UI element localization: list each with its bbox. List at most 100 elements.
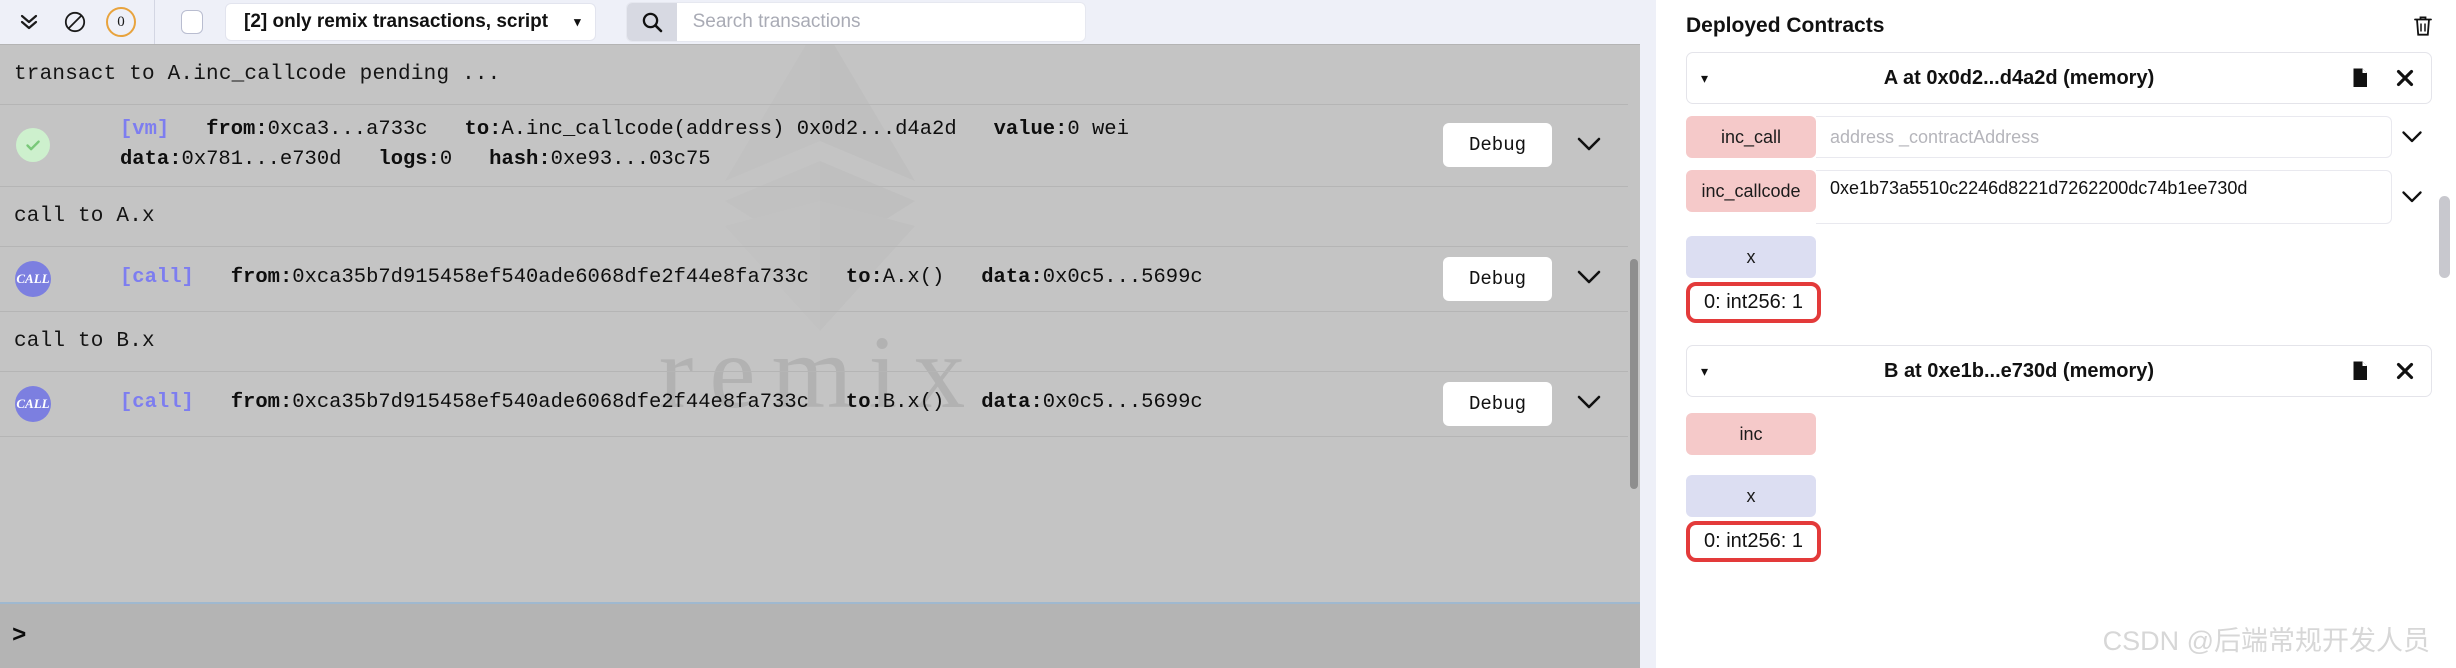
pending-count-value: 0 [106, 7, 136, 37]
pending-count-badge[interactable]: 0 [98, 2, 144, 42]
trash-icon[interactable] [2412, 14, 2434, 38]
check-circle-icon [16, 128, 50, 163]
log-value-to: A.inc_callcode(address) 0x0d2...d4a2d [501, 118, 957, 141]
deployed-panel-scrollbar[interactable] [2438, 110, 2450, 668]
function-row-x-a: x [1686, 236, 2432, 278]
log-value-logs: 0 [439, 148, 453, 172]
toolbar-divider [154, 0, 155, 44]
log-text: call to B.x [14, 329, 155, 353]
log-tag: [vm] [120, 118, 170, 141]
log-text: call to A.x [14, 204, 155, 228]
contract-header[interactable]: ▾ B at 0xe1b...e730d (memory) [1686, 345, 2432, 397]
search-input[interactable] [676, 4, 1085, 40]
log-actions: Debug [1442, 256, 1640, 301]
log-line-2: data:0x781...e730d logs:0 hash:0xe93...0… [120, 145, 1443, 175]
deployed-contracts-list: ▾ A at 0x0d2...d4a2d (memory) inc_call a… [1656, 52, 2456, 668]
status-col [0, 128, 66, 163]
log-value-data: 0x0c5...5699c [1042, 266, 1203, 290]
contract-header[interactable]: ▾ A at 0x0d2...d4a2d (memory) [1686, 52, 2432, 104]
debug-button[interactable]: Debug [1442, 123, 1552, 168]
log-label-data: data: [981, 266, 1043, 290]
log-value-hash: 0xe93...03c75 [550, 148, 711, 172]
log-value-data: 0x0c5...5699c [1042, 391, 1203, 415]
terminal-scrollbar[interactable] [1628, 89, 1640, 602]
function-row-inc: inc [1686, 413, 2432, 455]
terminal-log-body: remix transact to A.inc_callcode pending… [0, 44, 1640, 602]
function-input-inc-call[interactable] [1816, 116, 2392, 158]
chevron-down-icon[interactable] [1574, 131, 1604, 160]
close-icon[interactable] [2395, 361, 2415, 381]
log-label-value: value: [993, 118, 1068, 141]
contract-actions [2351, 360, 2415, 382]
log-main: [vm] from:0xca3...a733c to:A.inc_callcod… [66, 115, 1443, 176]
log-row-transaction[interactable]: [vm] from:0xca3...a733c to:A.inc_callcod… [0, 105, 1640, 187]
call-badge-icon: CALL [15, 385, 51, 422]
remix-ide-window: 0 [2] only remix transactions, script ▾ [0, 0, 2456, 668]
page-title: Deployed Contracts [1686, 14, 1885, 37]
log-row-pending: transact to A.inc_callcode pending ... [0, 45, 1640, 105]
log-value-from: 0xca35b7d915458ef540ade6068dfe2f44e8fa73… [292, 266, 809, 290]
chevron-double-down-icon[interactable] [6, 2, 52, 42]
log-actions: Debug [1442, 123, 1640, 168]
log-label-to: to: [845, 391, 883, 415]
debug-button[interactable]: Debug [1442, 256, 1552, 301]
log-line-1: [vm] from:0xca3...a733c to:A.inc_callcod… [120, 115, 1443, 145]
search-icon[interactable] [626, 3, 677, 41]
chevron-down-icon[interactable] [1574, 389, 1604, 418]
log-tag: [call] [120, 266, 194, 290]
transaction-filter-label: [2] only remix transactions, script [244, 11, 549, 32]
log-line-1: [call] from:0xca35b7d915458ef540ade6068d… [120, 388, 1443, 418]
log-label-from: from: [230, 266, 293, 290]
log-label-logs: logs: [378, 148, 440, 172]
log-label-to: to: [845, 266, 883, 290]
contract-card-a: ▾ A at 0x0d2...d4a2d (memory) inc_call a… [1686, 52, 2432, 323]
log-value-to: A.x() [882, 266, 945, 290]
status-col: CALL [0, 385, 66, 422]
log-label-data: data: [981, 391, 1043, 415]
search-transactions-group [625, 2, 1086, 42]
chevron-down-icon[interactable] [2392, 170, 2432, 224]
log-label-from: from: [206, 118, 268, 141]
contract-title: B at 0xe1b...e730d (memory) [1883, 359, 2155, 382]
transaction-log-list: transact to A.inc_callcode pending ... [… [0, 45, 1640, 437]
log-row-transaction[interactable]: CALL [call] from:0xca35b7d915458ef540ade… [0, 372, 1640, 437]
function-button-inc-callcode[interactable]: inc_callcode [1686, 170, 1816, 212]
deployed-panel-scrollbar-thumb[interactable] [2439, 196, 2450, 278]
terminal-scrollbar-thumb[interactable] [1630, 259, 1638, 489]
terminal-filter-checkbox[interactable] [181, 10, 203, 34]
function-button-inc[interactable]: inc [1686, 413, 1816, 455]
chevron-down-icon: ▾ [574, 14, 581, 29]
transaction-filter-select[interactable]: [2] only remix transactions, script ▾ [225, 3, 596, 41]
close-icon[interactable] [2395, 68, 2415, 88]
no-entry-icon[interactable] [52, 2, 98, 42]
log-label-to: to: [464, 118, 502, 141]
function-button-x[interactable]: x [1686, 475, 1816, 517]
chevron-down-icon[interactable] [2392, 116, 2432, 158]
function-button-x[interactable]: x [1686, 236, 1816, 278]
function-result-x: 0: int256: 1 [1686, 282, 1821, 323]
contract-actions [2351, 67, 2415, 89]
log-value-from: 0xca3...a733c [267, 118, 428, 141]
function-result-x: 0: int256: 1 [1686, 521, 1821, 562]
log-row-transaction[interactable]: CALL [call] from:0xca35b7d915458ef540ade… [0, 247, 1640, 312]
terminal-panel: 0 [2] only remix transactions, script ▾ [0, 0, 1640, 668]
log-row-call-a: call to A.x [0, 187, 1640, 247]
function-result-wrap-x-b: 0: int256: 1 [1686, 517, 2432, 562]
panel-divider [1640, 0, 1656, 668]
log-tag: [call] [120, 391, 194, 415]
function-input-inc-callcode[interactable] [1816, 170, 2392, 224]
chevron-down-icon[interactable] [1574, 264, 1604, 293]
log-value-data: 0x781...e730d [181, 148, 342, 172]
log-text: transact to A.inc_callcode pending ... [14, 63, 501, 86]
function-button-inc-call[interactable]: inc_call [1686, 116, 1816, 158]
deployed-contracts-header: Deployed Contracts [1656, 0, 2456, 52]
function-row-inc-callcode: inc_callcode [1686, 170, 2432, 224]
copy-icon[interactable] [2351, 67, 2371, 89]
debug-button[interactable]: Debug [1442, 381, 1552, 426]
terminal-prompt[interactable]: > [0, 602, 1640, 668]
status-col: CALL [0, 260, 66, 297]
log-main: [call] from:0xca35b7d915458ef540ade6068d… [66, 263, 1443, 293]
log-actions: Debug [1442, 381, 1640, 426]
copy-icon[interactable] [2351, 360, 2371, 382]
log-label-hash: hash: [489, 148, 551, 172]
